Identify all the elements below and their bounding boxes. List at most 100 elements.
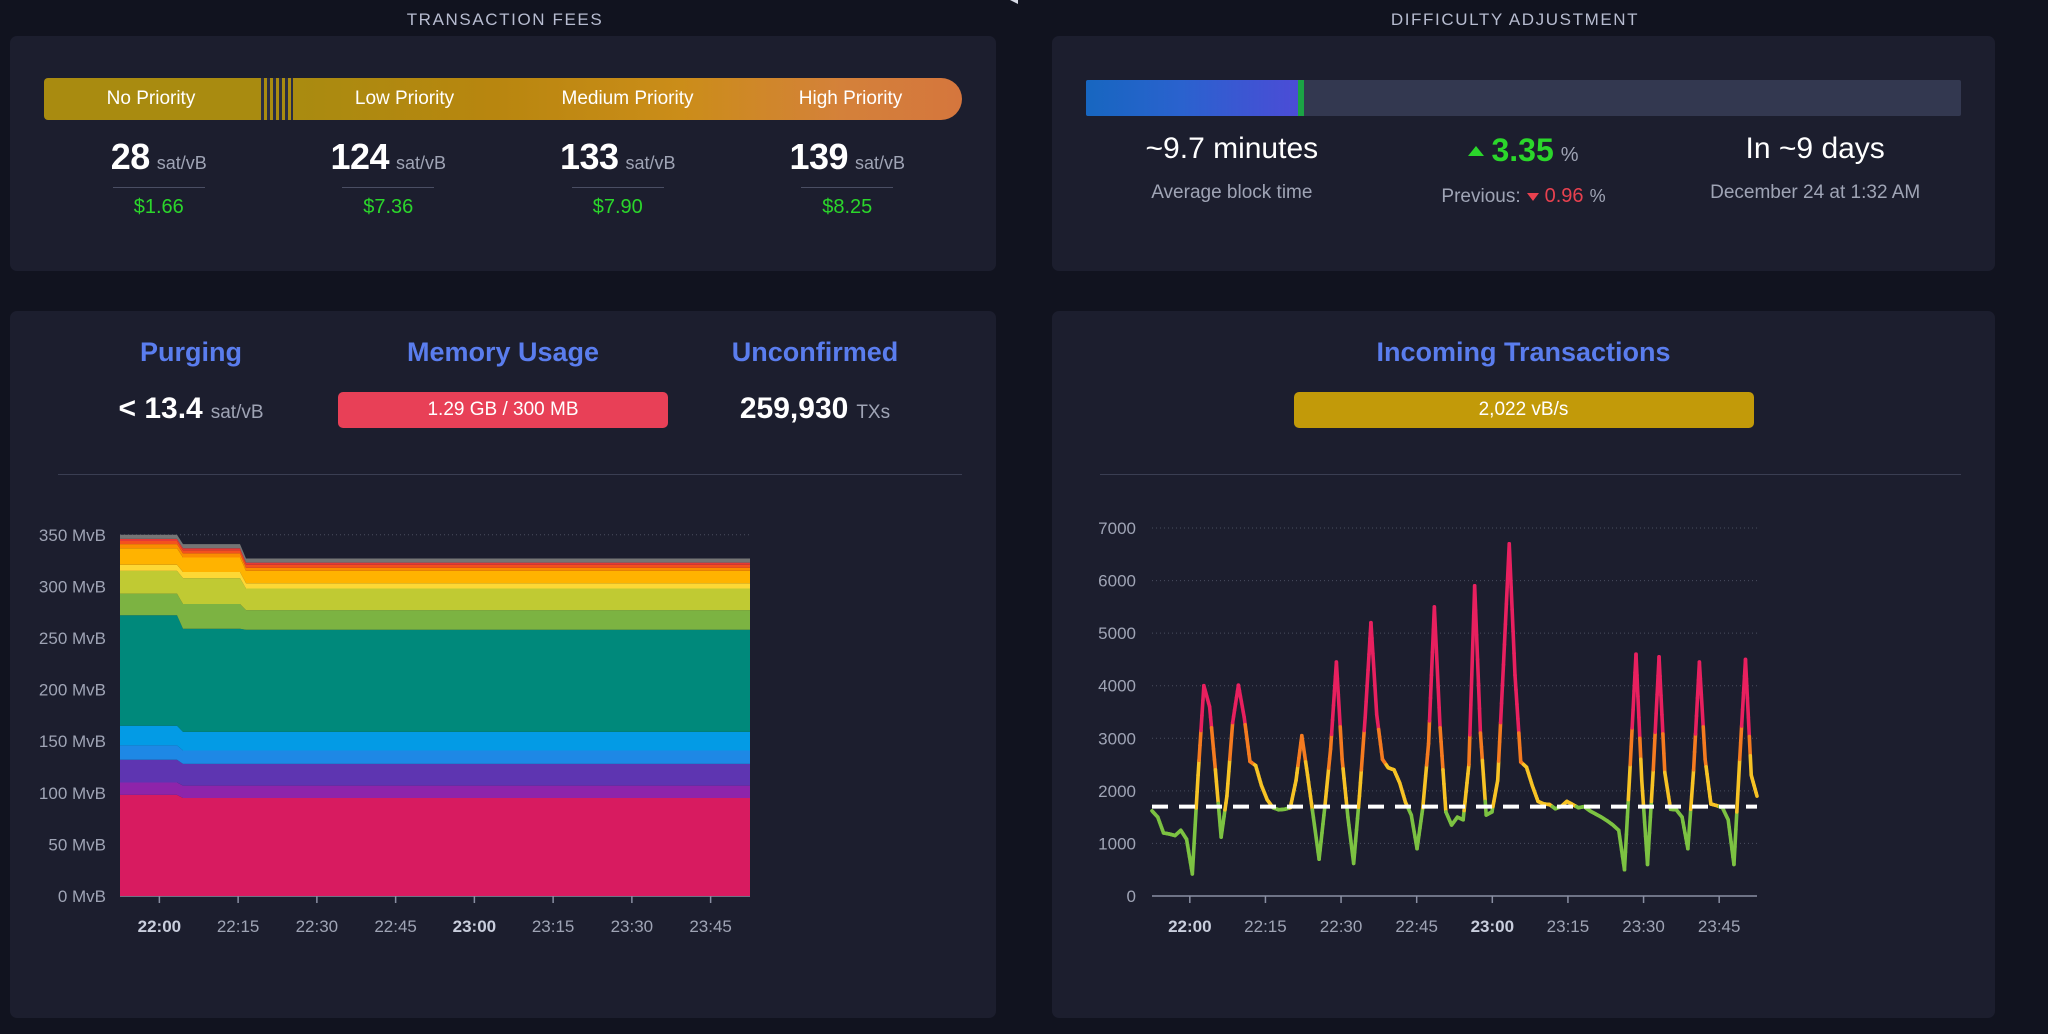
fee-tier-medium-priority[interactable]: Medium Priority	[516, 78, 739, 120]
svg-text:23:15: 23:15	[1547, 917, 1590, 936]
divider	[801, 187, 893, 188]
fee-rate-unit: sat/vB	[626, 153, 676, 174]
svg-text:4000: 4000	[1098, 677, 1136, 696]
divider	[113, 187, 205, 188]
svg-text:200 MvB: 200 MvB	[39, 681, 106, 700]
fee-usd: $8.25	[822, 196, 872, 219]
transaction-fees-panel: No Priority Low Priority Medium Priority…	[10, 36, 996, 271]
svg-text:23:45: 23:45	[689, 917, 732, 936]
purging-stat: Purging < 13.4 sat/vB	[44, 337, 338, 452]
mempool-header-row: Purging < 13.4 sat/vB Memory Usage 1.29 …	[44, 337, 962, 452]
svg-text:0 MvB: 0 MvB	[58, 887, 106, 906]
fee-tier-label: High Priority	[799, 88, 902, 110]
memory-usage-chart-area[interactable]: 0 MvB 50 MvB 100 MvB 150 MvB 200 MvB 250 MvB 3…	[10, 491, 996, 1011]
fee-rate-unit: sat/vB	[396, 153, 446, 174]
memory-usage-stat: Memory Usage 1.29 GB / 300 MB	[338, 337, 668, 452]
svg-text:350 MvB: 350 MvB	[39, 526, 106, 545]
next-adjustment-stat: In ~9 days December 24 at 1:32 AM	[1669, 132, 1961, 242]
fee-usd: $7.90	[593, 196, 643, 219]
svg-text:1000: 1000	[1098, 834, 1136, 853]
previous-label: Previous:	[1441, 186, 1520, 208]
svg-text:23:30: 23:30	[1622, 917, 1665, 936]
svg-text:22:00: 22:00	[138, 917, 181, 936]
difficulty-adjustment-caption: DIFFICULTY ADJUSTMENT	[1034, 10, 1996, 30]
fee-tier-no-priority[interactable]: No Priority	[44, 78, 258, 120]
fee-rate: 133	[560, 136, 619, 178]
fee-rate: 124	[330, 136, 389, 178]
svg-text:22:00: 22:00	[1168, 917, 1211, 936]
svg-text:250 MvB: 250 MvB	[39, 629, 106, 648]
unconfirmed-unit: TXs	[856, 402, 890, 424]
svg-text:22:15: 22:15	[1244, 917, 1287, 936]
fee-values-row: 28 sat/vB $1.66 124 sat/vB $7.36 133 sat…	[44, 136, 962, 246]
difficulty-change-stat: 3.35 % Previous: 0.96 %	[1378, 132, 1670, 242]
svg-text:3000: 3000	[1098, 729, 1136, 748]
divider	[58, 474, 962, 475]
fee-priority-bar: No Priority Low Priority Medium Priority…	[44, 78, 962, 120]
previous-value: 0.96	[1545, 185, 1584, 208]
block-time-value: ~9.7 minutes	[1146, 132, 1319, 166]
purging-title: Purging	[140, 337, 242, 368]
fee-value-no-priority: 28 sat/vB $1.66	[44, 136, 274, 246]
unconfirmed-title: Unconfirmed	[732, 337, 899, 368]
svg-text:23:30: 23:30	[611, 917, 654, 936]
svg-text:5000: 5000	[1098, 624, 1136, 643]
svg-text:0: 0	[1127, 887, 1136, 906]
svg-text:100 MvB: 100 MvB	[39, 784, 106, 803]
unconfirmed-value: 259,930	[740, 392, 848, 426]
incoming-transactions-stat: Incoming Transactions 2,022 vB/s	[1086, 337, 1961, 452]
fee-bar-divider	[258, 78, 293, 120]
memory-usage-panel: Purging < 13.4 sat/vB Memory Usage 1.29 …	[10, 311, 996, 1018]
difficulty-change-unit: %	[1561, 144, 1579, 167]
svg-text:300 MvB: 300 MvB	[39, 577, 106, 596]
difficulty-change-value: 3.35	[1491, 132, 1553, 169]
memory-usage-badge: 1.29 GB / 300 MB	[338, 392, 668, 428]
fee-rate: 139	[789, 136, 848, 178]
fee-tier-label: Medium Priority	[562, 88, 694, 110]
svg-text:23:15: 23:15	[532, 917, 575, 936]
triangle-down-icon	[1527, 193, 1539, 201]
svg-text:7000: 7000	[1098, 519, 1136, 538]
svg-text:22:30: 22:30	[296, 917, 339, 936]
average-block-time-stat: ~9.7 minutes Average block time	[1086, 132, 1378, 242]
difficulty-stats-row: ~9.7 minutes Average block time 3.35 % P…	[1086, 132, 1961, 242]
fee-rate: 28	[111, 136, 150, 178]
svg-text:23:00: 23:00	[1471, 917, 1514, 936]
fee-tier-low-priority[interactable]: Low Priority	[293, 78, 516, 120]
fee-tier-group: Low Priority Medium Priority High Priori…	[293, 78, 962, 120]
fee-value-low-priority: 124 sat/vB $7.36	[274, 136, 504, 246]
previous-unit: %	[1590, 186, 1606, 207]
divider	[572, 187, 664, 188]
dashboard-page: TRANSACTION FEES DIFFICULTY ADJUSTMENT N…	[0, 0, 2048, 1034]
svg-text:2000: 2000	[1098, 782, 1136, 801]
block-time-label: Average block time	[1151, 182, 1312, 204]
difficulty-adjustment-panel: ~9.7 minutes Average block time 3.35 % P…	[1052, 36, 1995, 271]
fee-tier-high-priority[interactable]: High Priority	[739, 78, 962, 120]
divider	[342, 187, 434, 188]
incoming-title: Incoming Transactions	[1376, 337, 1670, 368]
fee-tier-label: No Priority	[107, 88, 196, 110]
svg-text:22:45: 22:45	[374, 917, 417, 936]
svg-text:23:45: 23:45	[1698, 917, 1741, 936]
unconfirmed-stat: Unconfirmed 259,930 TXs	[668, 337, 962, 452]
svg-text:6000: 6000	[1098, 572, 1136, 591]
fee-value-medium-priority: 133 sat/vB $7.90	[503, 136, 733, 246]
remaining-value: In ~9 days	[1746, 132, 1885, 166]
fee-usd: $7.36	[363, 196, 413, 219]
fee-rate-unit: sat/vB	[855, 153, 905, 174]
remaining-date: December 24 at 1:32 AM	[1710, 182, 1920, 204]
svg-text:22:15: 22:15	[217, 917, 260, 936]
purging-value: < 13.4	[118, 392, 202, 426]
fee-usd: $1.66	[134, 196, 184, 219]
divider	[1100, 474, 1961, 475]
transaction-fees-caption: TRANSACTION FEES	[0, 10, 1010, 30]
difficulty-progress-fill	[1086, 80, 1298, 116]
fee-tier-label: Low Priority	[355, 88, 454, 110]
purging-unit: sat/vB	[211, 402, 264, 424]
svg-text:150 MvB: 150 MvB	[39, 732, 106, 751]
incoming-transactions-chart-area[interactable]: 0 1000 2000 3000 4000 5000 6000 7000 22:00 22:15 2…	[1052, 491, 1995, 1011]
difficulty-progress-marker	[1298, 80, 1304, 116]
svg-text:50 MvB: 50 MvB	[48, 835, 106, 854]
memory-usage-title: Memory Usage	[407, 337, 599, 368]
incoming-header-row: Incoming Transactions 2,022 vB/s	[1086, 337, 1961, 452]
